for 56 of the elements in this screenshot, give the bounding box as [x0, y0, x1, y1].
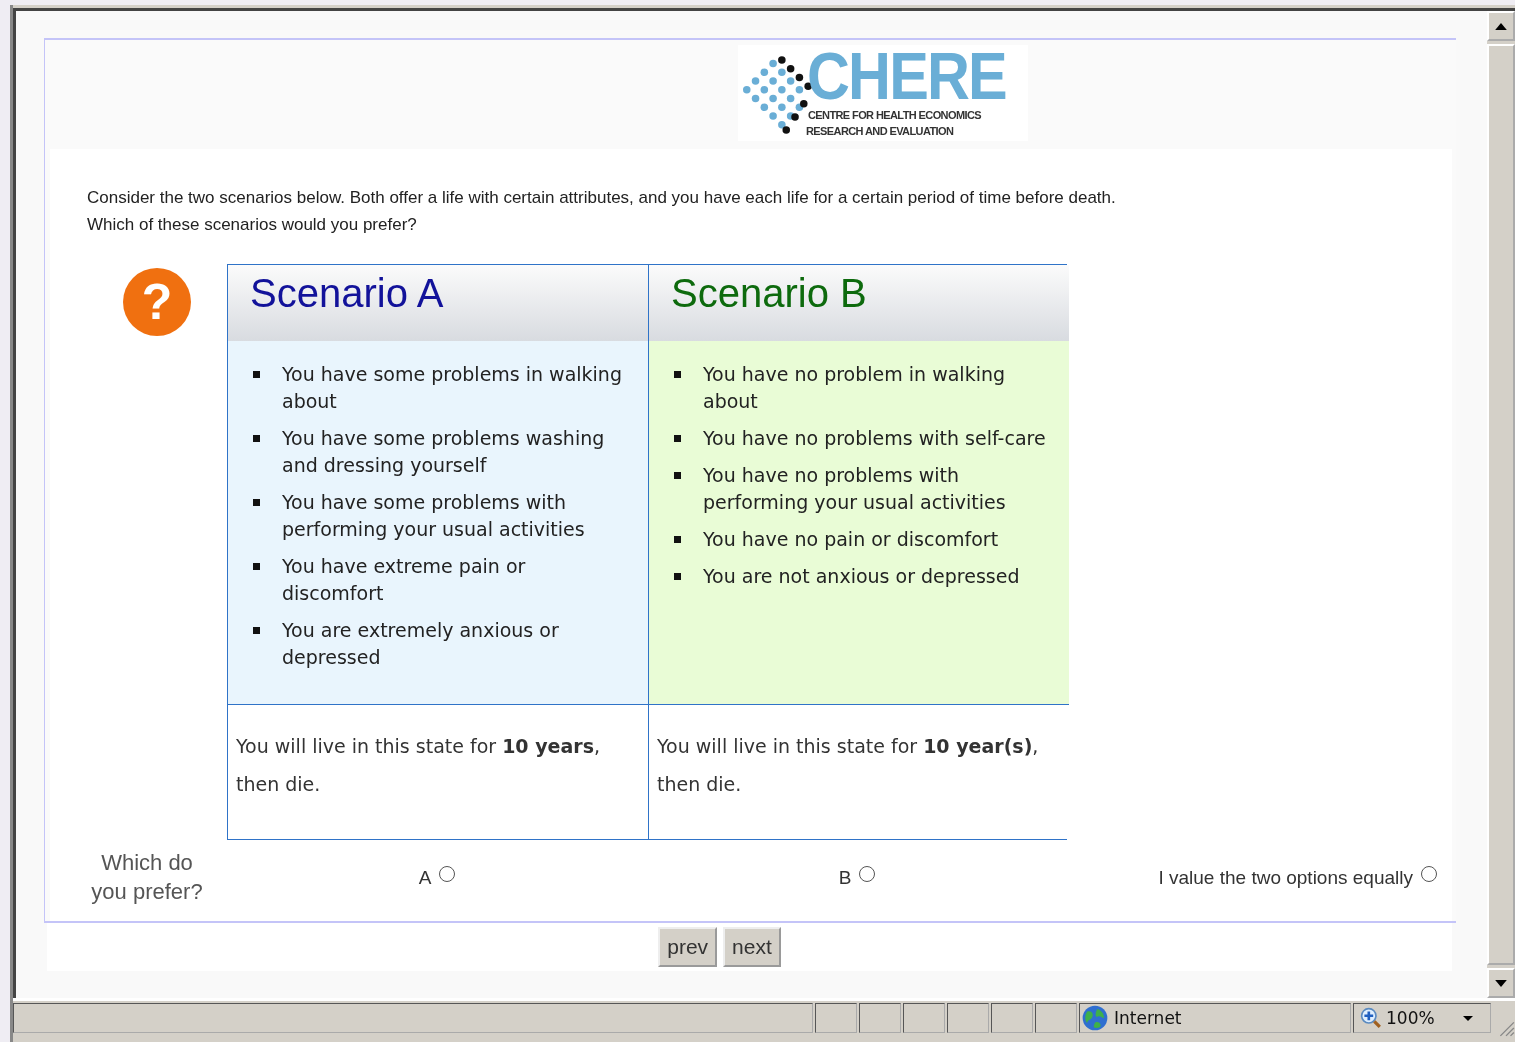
- duration-text: You will live in this state for 10 year(s), then die.: [657, 734, 1040, 797]
- instruction-text: Which of these scenarios would you prefer?: [87, 214, 418, 236]
- caret-icon: [1462, 1015, 1473, 1021]
- attribute-text: You have extreme pain or discomfort: [282, 554, 527, 606]
- attribute-text: You have no problems with self-care: [703, 426, 1047, 451]
- instruction-text: Consider the two scenarios below. Both offer a life with certain attributes, and you have each life for a certain period of time before death.: [87, 187, 1117, 209]
- bullet-icon: [674, 435, 681, 442]
- scenario-title: Scenario A: [250, 271, 444, 315]
- choice-label: A: [418, 867, 432, 889]
- bullet-icon: [674, 536, 681, 543]
- zoom-control[interactable]: 100%: [1353, 1003, 1491, 1033]
- down-arrow-icon: [1495, 979, 1507, 987]
- choice-label: I value the two options equally: [1158, 867, 1413, 889]
- attribute-text: You have some problems with performing your usual activities: [282, 490, 586, 542]
- globe-icon: [1082, 1005, 1108, 1031]
- bullet-icon: [674, 371, 681, 378]
- logo-title: CHERE: [806, 45, 1006, 107]
- status-panel: [903, 1003, 945, 1033]
- question-text: Which do you prefer?: [90, 849, 204, 906]
- up-arrow-icon: [1495, 22, 1507, 30]
- status-panel: [1035, 1003, 1077, 1033]
- bullet-icon: [253, 627, 260, 634]
- status-panel: [859, 1003, 901, 1033]
- zoom-text: 100%: [1386, 1008, 1435, 1028]
- attribute-text: You have no problems with performing your usual activities: [703, 463, 1007, 515]
- zoom-icon: [1360, 1007, 1382, 1029]
- status-panel: [947, 1003, 989, 1033]
- bullet-icon: [253, 563, 260, 570]
- status-panel: [991, 1003, 1033, 1033]
- attribute-text: You have some problems washing and dressing yourself: [282, 426, 606, 478]
- radio-button[interactable]: [439, 866, 456, 882]
- attribute-text: You have no problem in walking about: [703, 362, 1006, 414]
- status-panel: [815, 1003, 857, 1033]
- scroll-down-button[interactable]: [1487, 968, 1515, 998]
- attribute-text: You have some problems in walking about: [282, 362, 623, 414]
- attribute-text: You are extremely anxious or depressed: [282, 618, 560, 670]
- attribute-text: You have no pain or discomfort: [703, 527, 1000, 552]
- choice-label: B: [838, 867, 852, 889]
- bullet-icon: [253, 435, 260, 442]
- radio-button[interactable]: [859, 866, 876, 882]
- logo-subtitle: RESEARCH AND EVALUATION: [806, 125, 954, 137]
- duration-text: You will live in this state for 10 years, then die.: [236, 734, 601, 797]
- resize-grip-icon[interactable]: [1497, 1019, 1515, 1037]
- radio-button[interactable]: [1421, 866, 1437, 882]
- scroll-up-button[interactable]: [1487, 11, 1515, 41]
- attribute-text: You are not anxious or depressed: [703, 564, 1021, 589]
- help-icon: ?: [123, 268, 191, 336]
- zone-text: Internet: [1114, 1008, 1182, 1028]
- bullet-icon: [674, 472, 681, 479]
- logo-subtitle: CENTRE FOR HEALTH ECONOMICS: [807, 109, 982, 121]
- bullet-icon: [674, 573, 681, 580]
- bullet-icon: [253, 371, 260, 378]
- bullet-icon: [253, 499, 260, 506]
- scenario-title: Scenario B: [671, 271, 867, 315]
- next-button[interactable]: next: [723, 927, 781, 967]
- prev-button[interactable]: prev: [658, 927, 718, 967]
